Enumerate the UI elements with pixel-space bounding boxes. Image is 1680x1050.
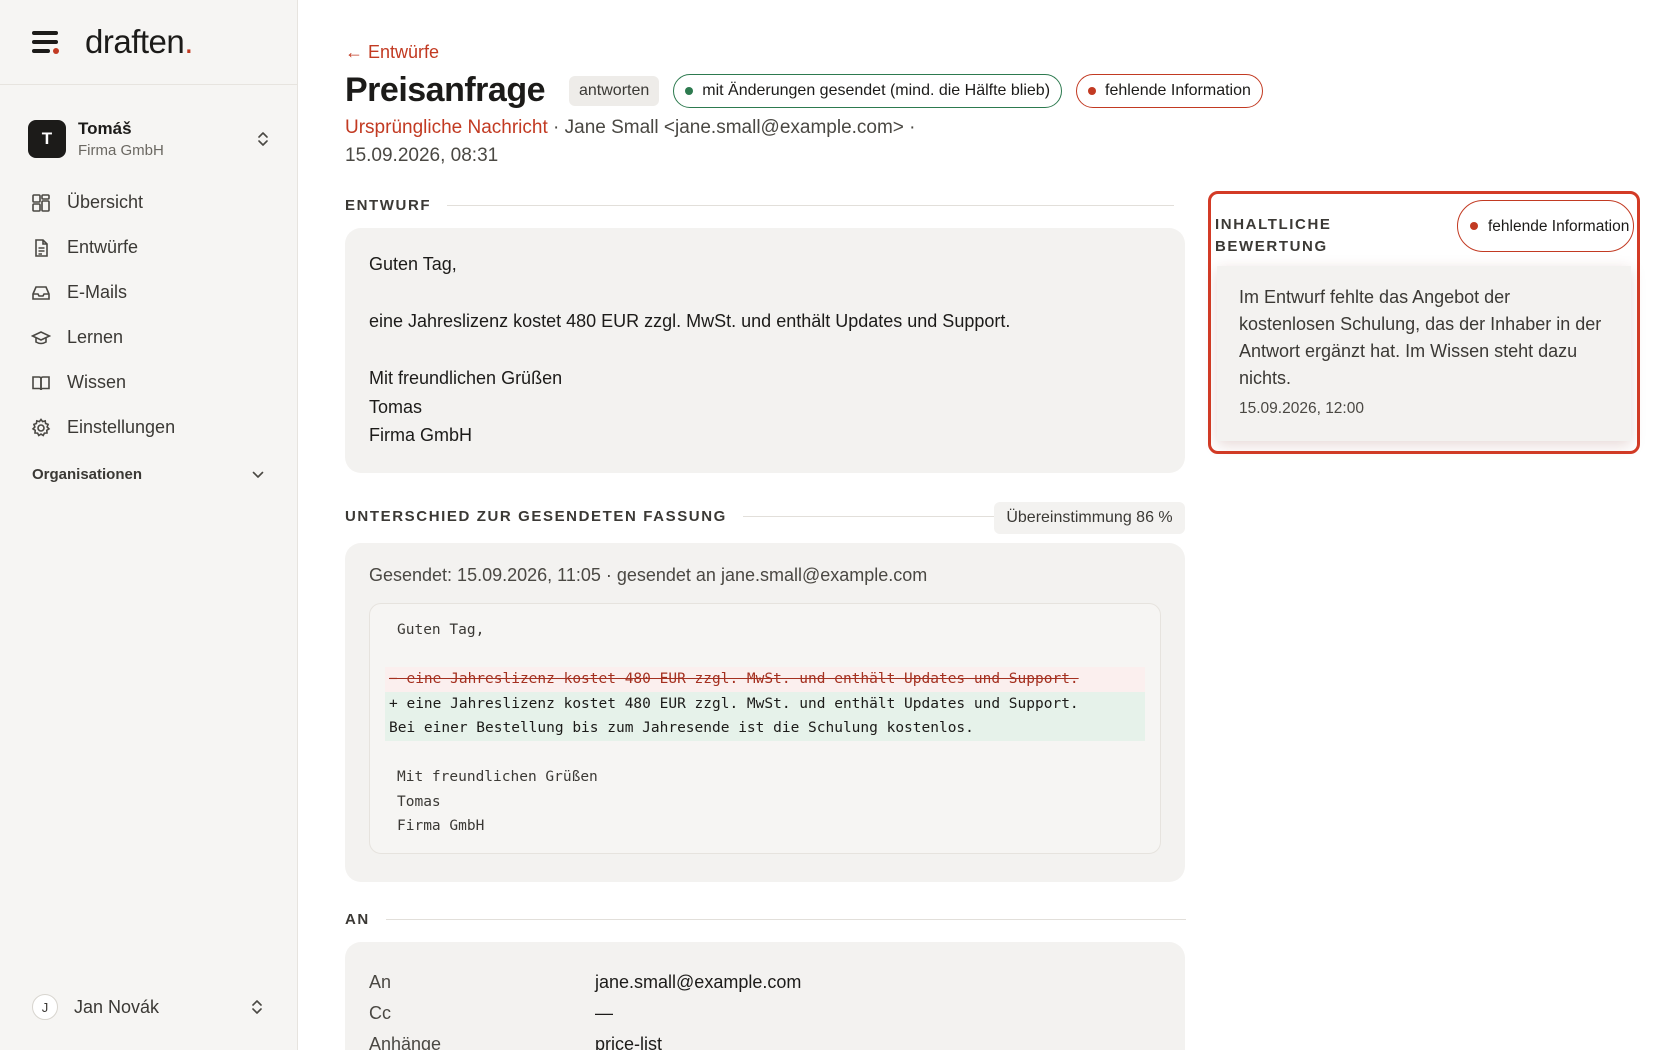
cc-label: Cc: [369, 1003, 391, 1023]
gear-icon: [30, 417, 52, 439]
app-logo[interactable]: draften.: [85, 23, 193, 61]
assessment-title: INHALTLICHE BEWERTUNG: [1215, 216, 1332, 255]
status-dot-icon: [1470, 222, 1478, 230]
document-icon: [30, 237, 52, 259]
draft-body: Guten Tag, eine Jahreslizenz kostet 480 …: [345, 228, 1185, 473]
workspace-switcher[interactable]: T Tomáš Firma GmbH: [28, 116, 270, 162]
status-issue-label: fehlende Information: [1105, 81, 1251, 99]
cc-value: —: [595, 1003, 613, 1023]
match-badge: Übereinstimmung 86 %: [994, 502, 1185, 534]
status-dot-icon: [685, 86, 694, 95]
chevron-down-icon: [252, 466, 264, 483]
nav-label: Wissen: [67, 372, 127, 392]
original-message-link[interactable]: Ursprüngliche Nachricht: [345, 117, 548, 138]
diff-card: Gesendet: 15.09.2026, 11:05 · gesendet a…: [345, 543, 1185, 882]
nav-item-emails[interactable]: E-Mails: [30, 270, 270, 315]
grid-icon: [30, 192, 52, 214]
user-menu[interactable]: J Jan Novák: [32, 992, 264, 1022]
nav-label: E-Mails: [67, 282, 128, 302]
status-badge-sent: mit Änderungen gesendet (mind. die Hälft…: [673, 73, 1063, 108]
diff-line-blank: [385, 741, 1145, 766]
recipient-row-cc: Cc —: [369, 998, 1161, 1029]
attachment-link[interactable]: price-list: [595, 1034, 662, 1050]
draft-sign-org: Firma GmbH: [369, 425, 472, 445]
main-content: ← Entwürfe Preisanfrage antworten mit Än…: [345, 0, 1680, 1050]
diff-line: Firma GmbH: [397, 818, 485, 834]
nav-item-settings[interactable]: Einstellungen: [30, 405, 270, 450]
diff-line: Mit freundlichen Grüßen: [397, 769, 598, 785]
assessment-text: Im Entwurf fehlte das Angebot der kosten…: [1239, 287, 1602, 388]
sidebar: draften. T Tomáš Firma GmbH Übersicht En…: [0, 0, 298, 1050]
recipient-row-to: An jane.small@example.com: [369, 967, 1161, 998]
section-title: AN: [345, 911, 370, 928]
nav-item-drafts[interactable]: Entwürfe: [30, 225, 270, 270]
status-sent-label: mit Änderungen gesendet (mind. die Hälft…: [702, 81, 1051, 99]
back-to-drafts-link[interactable]: ← Entwürfe: [345, 42, 439, 63]
nav-label: Entwürfe: [67, 237, 139, 257]
title-row: Preisanfrage antworten mit Änderungen ge…: [345, 71, 1263, 110]
sent-info: Gesendet: 15.09.2026, 11:05 · gesendet a…: [369, 565, 928, 585]
diff-line: Tomas: [397, 793, 441, 810]
nav-label: Lernen: [67, 327, 124, 347]
recipients-card: An jane.small@example.com Cc — Anhänge p…: [345, 942, 1185, 1050]
section-label-diff: UNTERSCHIED ZUR GESENDETEN FASSUNG: [345, 508, 998, 525]
assessment-body: Im Entwurf fehlte das Angebot der kosten…: [1217, 266, 1631, 441]
workspace-org: Firma GmbH: [78, 141, 164, 159]
section-title: UNTERSCHIED ZUR GESENDETEN FASSUNG: [345, 508, 727, 525]
section-label-draft: ENTWURF: [345, 197, 1175, 214]
assessment-badge: fehlende Information: [1457, 200, 1634, 252]
chevron-up-down-icon[interactable]: [250, 998, 264, 1016]
chevron-up-down-icon[interactable]: [256, 130, 270, 148]
status-badge-issue: fehlende Information: [1076, 73, 1263, 108]
section-title: ENTWURF: [345, 197, 432, 214]
draft-sign-name: Tomas: [369, 396, 423, 417]
book-icon: [30, 372, 52, 394]
inbox-icon: [30, 282, 52, 304]
graduation-cap-icon: [30, 327, 52, 349]
to-value: jane.small@example.com: [595, 972, 802, 992]
organizations-label: Organisationen: [32, 466, 143, 483]
attachments-label: Anhänge: [369, 1034, 442, 1050]
diff-line-added: Bei einer Bestellung bis zum Jahresende …: [385, 716, 1145, 741]
nav-item-knowledge[interactable]: Wissen: [30, 360, 270, 405]
page-title: Preisanfrage: [345, 71, 546, 109]
nav-item-overview[interactable]: Übersicht: [30, 180, 270, 225]
assessment-badge-label: fehlende Information: [1488, 217, 1630, 235]
main-nav: Übersicht Entwürfe E-Mails Lernen Wissen: [30, 180, 270, 450]
recipient-row-attachments: Anhänge price-list: [369, 1029, 1161, 1050]
message-meta: Ursprüngliche Nachricht · Jane Small <ja…: [345, 114, 985, 170]
menu-icon[interactable]: [32, 31, 60, 54]
diff-line-removed: − eine Jahreslizenz kostet 480 EUR zzgl.…: [385, 667, 1145, 692]
diff-line-added: + eine Jahreslizenz kostet 480 EUR zzgl.…: [385, 691, 1145, 716]
assessment-date: 15.09.2026, 12:00: [1239, 400, 1364, 417]
user-avatar: J: [32, 994, 58, 1020]
status-dot-icon: [1088, 86, 1097, 95]
nav-label: Einstellungen: [67, 417, 176, 437]
type-tag: antworten: [569, 75, 660, 106]
brand-bar: draften.: [0, 0, 297, 85]
section-label-recipients: AN: [345, 911, 1186, 928]
diff-view: Guten Tag, − eine Jahreslizenz kostet 48…: [369, 603, 1161, 854]
diff-line: Guten Tag,: [397, 622, 485, 638]
organizations-toggle[interactable]: Organisationen: [32, 466, 264, 483]
nav-label: Übersicht: [67, 192, 144, 212]
to-label: An: [369, 972, 392, 992]
diff-line-blank: [385, 643, 1145, 668]
workspace-avatar: T: [28, 120, 66, 158]
draft-greeting: Guten Tag,: [369, 254, 457, 274]
content-assessment-panel: INHALTLICHE BEWERTUNG fehlende Informati…: [1208, 191, 1640, 454]
nav-item-learn[interactable]: Lernen: [30, 315, 270, 360]
user-name: Jan Novák: [74, 996, 160, 1017]
workspace-name: Tomáš: [78, 118, 132, 138]
draft-text: eine Jahreslizenz kostet 480 EUR zzgl. M…: [369, 311, 1011, 331]
draft-closing: Mit freundlichen Grüßen: [369, 368, 563, 388]
